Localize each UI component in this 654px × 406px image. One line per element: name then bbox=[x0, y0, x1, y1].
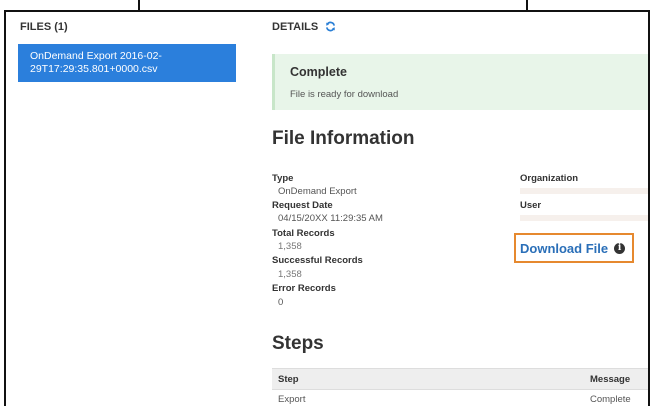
error-records-value: 0 bbox=[278, 297, 284, 308]
download-file-button[interactable]: Download File i bbox=[514, 233, 634, 263]
successful-records-label: Successful Records bbox=[272, 255, 363, 266]
files-panel: FILES (1) OnDemand Export 2016-02-29T17:… bbox=[6, 12, 248, 406]
step-cell: Export bbox=[272, 389, 584, 406]
steps-heading: Steps bbox=[272, 333, 324, 354]
details-title-row: DETAILS bbox=[272, 21, 336, 35]
type-value: OnDemand Export bbox=[278, 186, 357, 197]
files-panel-title: FILES (1) bbox=[20, 21, 68, 33]
file-list-item[interactable]: OnDemand Export 2016-02-29T17:29:35.801+… bbox=[18, 44, 236, 82]
request-date-value: 04/15/20XX 11:29:35 AM bbox=[278, 213, 383, 224]
refresh-icon[interactable] bbox=[325, 21, 336, 35]
top-banner-box bbox=[138, 0, 528, 12]
status-title: Complete bbox=[290, 65, 347, 79]
message-cell: Complete bbox=[584, 389, 648, 406]
user-value-placeholder bbox=[520, 215, 648, 221]
type-label: Type bbox=[272, 173, 294, 184]
total-records-label: Total Records bbox=[272, 228, 335, 239]
info-icon: i bbox=[614, 242, 626, 254]
successful-records-value: 1,358 bbox=[278, 269, 302, 280]
steps-table-header: Step Message bbox=[272, 368, 648, 390]
organization-value-placeholder bbox=[520, 188, 648, 194]
details-title: DETAILS bbox=[272, 21, 319, 33]
steps-table: Step Message Export Complete bbox=[272, 368, 648, 406]
download-file-label: Download File bbox=[520, 240, 609, 256]
error-records-label: Error Records bbox=[272, 283, 336, 294]
status-message: File is ready for download bbox=[290, 89, 399, 100]
file-information-heading: File Information bbox=[272, 128, 415, 149]
user-label: User bbox=[520, 200, 542, 211]
step-column-header[interactable]: Step bbox=[272, 368, 584, 390]
app-frame: FILES (1) OnDemand Export 2016-02-29T17:… bbox=[4, 10, 650, 406]
status-alert: Complete File is ready for download bbox=[272, 54, 648, 110]
message-column-header[interactable]: Message bbox=[584, 368, 648, 390]
table-row: Export Complete bbox=[272, 389, 648, 406]
total-records-value: 1,358 bbox=[278, 241, 302, 252]
request-date-label: Request Date bbox=[272, 200, 333, 211]
organization-label: Organization bbox=[520, 173, 579, 184]
details-panel: DETAILS Complete File is ready for downl… bbox=[258, 12, 648, 406]
